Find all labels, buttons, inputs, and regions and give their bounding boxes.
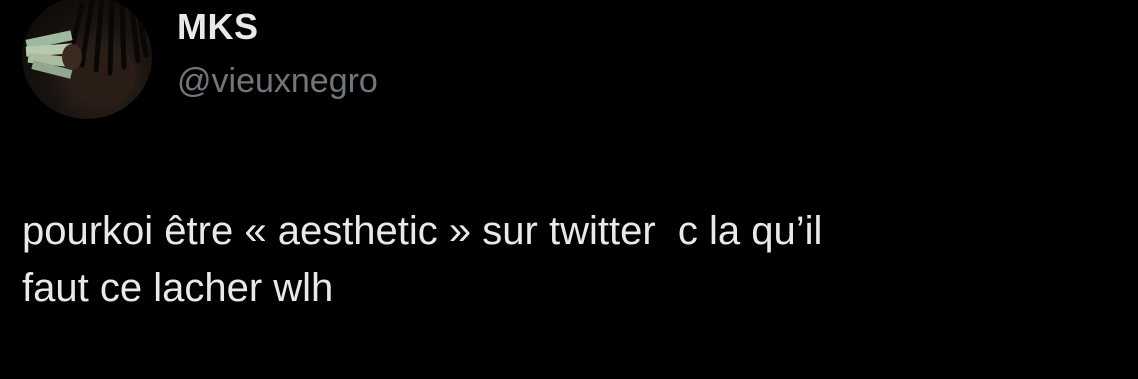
tweet-text-line-2: faut ce lacher wlh [22, 266, 334, 310]
user-handle[interactable]: @vieuxnegro [177, 62, 378, 101]
display-name[interactable]: MKS [177, 6, 259, 48]
tweet-text: pourkoi être « aesthetic » sur twitter c… [22, 203, 1112, 317]
avatar-photo-icon [25, 0, 149, 105]
tweet-card: MKS @vieuxnegro pourkoi être « aesthetic… [0, 0, 1138, 379]
tweet-text-line-1: pourkoi être « aesthetic » sur twitter c… [22, 209, 823, 253]
avatar[interactable] [22, 0, 152, 119]
